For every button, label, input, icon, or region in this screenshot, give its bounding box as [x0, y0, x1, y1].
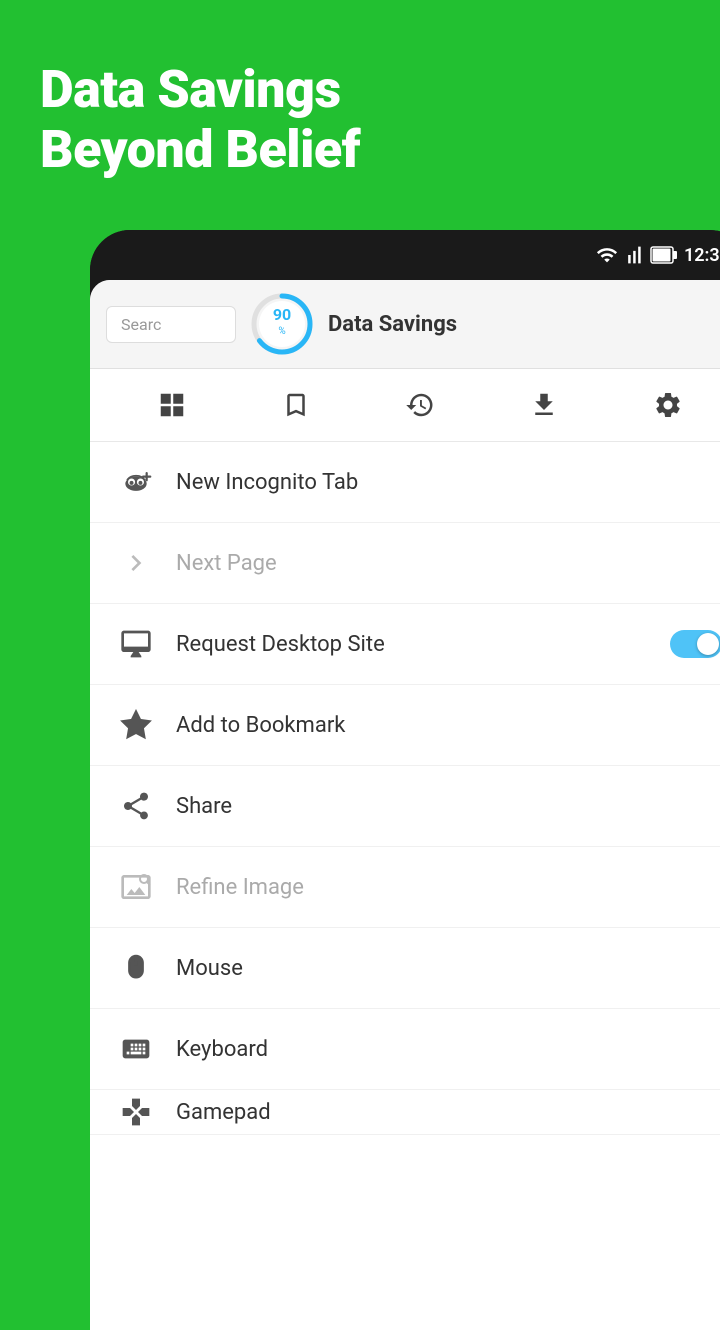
toolbar-downloads-icon[interactable]: [522, 383, 566, 427]
signal-icon: [624, 244, 644, 266]
menu-item-new-incognito-tab[interactable]: New Incognito Tab: [90, 442, 720, 523]
data-savings-header: 90 % Data Savings: [248, 290, 720, 358]
address-bar-row: Searc 90 % Data Savi: [90, 280, 720, 369]
toolbar-tabs-icon[interactable]: [150, 383, 194, 427]
menu-item-mouse[interactable]: Mouse: [90, 928, 720, 1009]
keyboard-label: Keyboard: [176, 1037, 268, 1062]
new-incognito-tab-label: New Incognito Tab: [176, 470, 358, 495]
status-time: 12:30: [684, 245, 720, 266]
toolbar-settings-icon[interactable]: [646, 383, 690, 427]
header-line1: Data Savings: [40, 60, 360, 120]
status-icons: 12:30: [596, 244, 720, 266]
menu-item-refine-image[interactable]: Refine Image: [90, 847, 720, 928]
search-bar[interactable]: Searc: [106, 306, 236, 343]
battery-icon: [650, 246, 678, 264]
refine-image-label: Refine Image: [176, 875, 304, 900]
share-icon: [118, 788, 154, 824]
next-page-icon: [118, 545, 154, 581]
data-savings-label: Data Savings: [328, 312, 457, 337]
add-to-bookmark-label: Add to Bookmark: [176, 713, 345, 738]
browser-content: Searc 90 % Data Savi: [90, 280, 720, 1330]
keyboard-icon: [118, 1031, 154, 1067]
svg-text:%: %: [278, 326, 285, 337]
header-line2: Beyond Belief: [40, 120, 360, 180]
savings-circle-svg: 90 %: [248, 290, 316, 358]
savings-circle: 90 %: [248, 290, 316, 358]
wifi-icon: [596, 244, 618, 266]
menu-item-request-desktop-site[interactable]: Request Desktop Site: [90, 604, 720, 685]
request-desktop-site-label: Request Desktop Site: [176, 632, 385, 657]
toolbar-history-icon[interactable]: [398, 383, 442, 427]
svg-text:90: 90: [273, 305, 291, 324]
mouse-label: Mouse: [176, 956, 243, 981]
menu-item-gamepad[interactable]: Gamepad: [90, 1090, 720, 1135]
incognito-plus-icon: [118, 464, 154, 500]
monitor-icon: [118, 626, 154, 662]
menu-item-keyboard[interactable]: Keyboard: [90, 1009, 720, 1090]
share-label: Share: [176, 794, 232, 819]
next-page-label: Next Page: [176, 551, 277, 576]
refine-image-icon: [118, 869, 154, 905]
toolbar-row: [90, 369, 720, 442]
phone-frame: 12:30 Searc 90 %: [90, 230, 720, 1330]
mouse-icon: [118, 950, 154, 986]
star-icon: [118, 707, 154, 743]
status-bar: 12:30: [90, 230, 720, 280]
gamepad-label: Gamepad: [176, 1100, 271, 1125]
toolbar-bookmarks-icon[interactable]: [274, 383, 318, 427]
gamepad-icon: [118, 1094, 154, 1130]
menu-item-next-page[interactable]: Next Page: [90, 523, 720, 604]
menu-list: New Incognito Tab Next Page Reques: [90, 442, 720, 1135]
header-title: Data Savings Beyond Belief: [40, 60, 360, 180]
menu-item-share[interactable]: Share: [90, 766, 720, 847]
request-desktop-toggle[interactable]: [670, 630, 720, 658]
menu-item-add-to-bookmark[interactable]: Add to Bookmark: [90, 685, 720, 766]
